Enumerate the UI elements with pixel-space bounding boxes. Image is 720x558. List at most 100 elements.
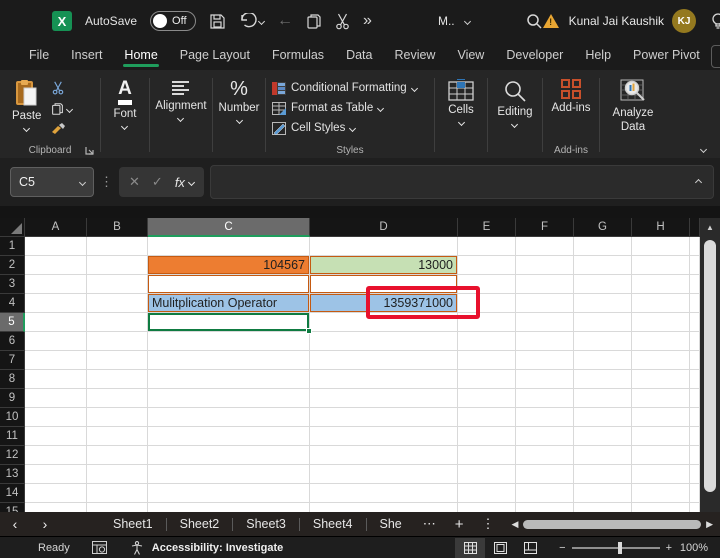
font-dropdown-icon[interactable] [121,122,129,131]
insert-function-button[interactable]: fx [175,175,195,190]
cell-G2[interactable] [574,256,632,275]
cell-A12[interactable] [25,446,87,465]
cell-B3[interactable] [87,275,148,294]
avatar[interactable]: KJ [672,9,697,33]
cancel-icon[interactable]: ✕ [129,174,140,190]
cell-E15[interactable] [458,503,516,512]
scroll-left-icon[interactable]: ◀ [509,519,522,530]
cut-button[interactable] [335,13,350,30]
cell-B4[interactable] [87,294,148,313]
cell-D14[interactable] [310,484,458,503]
cell-F4[interactable] [516,294,574,313]
cell-F8[interactable] [516,370,574,389]
cell-B12[interactable] [87,446,148,465]
row-header-3[interactable]: 3 [0,275,25,294]
editing-button[interactable]: Editing [497,72,533,129]
cell-G9[interactable] [574,389,632,408]
cell-A8[interactable] [25,370,87,389]
cell-F12[interactable] [516,446,574,465]
cell-A15[interactable] [25,503,87,512]
accessibility-icon[interactable] [129,540,144,555]
more-sheets-icon[interactable]: ⋯ [415,516,445,532]
paste-dropdown-icon[interactable] [23,124,31,133]
lightbulb-icon[interactable] [710,12,720,30]
cell-H1[interactable] [632,237,690,256]
cell-F2[interactable] [516,256,574,275]
row-header-13[interactable]: 13 [0,465,25,484]
alert-icon[interactable]: ! [542,14,559,28]
format-as-table-button[interactable]: Format as Table [272,98,385,118]
row-header-8[interactable]: 8 [0,370,25,389]
cell-F10[interactable] [516,408,574,427]
cell-H2[interactable] [632,256,690,275]
cell-B1[interactable] [87,237,148,256]
cell-B7[interactable] [87,351,148,370]
cell-G13[interactable] [574,465,632,484]
document-menu[interactable]: M.. [438,14,455,28]
tab-home[interactable]: Home [113,43,168,69]
vertical-scroll-thumb[interactable] [704,240,716,492]
cell-G14[interactable] [574,484,632,503]
row-header-9[interactable]: 9 [0,389,25,408]
cell-E11[interactable] [458,427,516,446]
cell-C15[interactable] [148,503,310,512]
cell-E5[interactable] [458,313,516,332]
cell-B2[interactable] [87,256,148,275]
scroll-right-icon[interactable]: ▶ [703,519,716,530]
addins-button[interactable]: Add-ins [552,72,591,114]
cell-G15[interactable] [574,503,632,512]
cell-E2[interactable] [458,256,516,275]
row-header-2[interactable]: 2 [0,256,25,275]
sheet-menu-icon[interactable]: ⋮ [474,516,503,532]
row-header-12[interactable]: 12 [0,446,25,465]
cell-G1[interactable] [574,237,632,256]
column-header-C[interactable]: C [148,218,310,237]
cell-B6[interactable] [87,332,148,351]
row-header-7[interactable]: 7 [0,351,25,370]
cell-H6[interactable] [632,332,690,351]
cell-E13[interactable] [458,465,516,484]
cell-H15[interactable] [632,503,690,512]
cell-F13[interactable] [516,465,574,484]
cell-D15[interactable] [310,503,458,512]
cell-A5[interactable] [25,313,87,332]
tab-data[interactable]: Data [335,43,383,69]
page-break-view-button[interactable] [515,538,545,558]
cell-H11[interactable] [632,427,690,446]
row-header-6[interactable]: 6 [0,332,25,351]
cell-styles-button[interactable]: Cell Styles [272,118,357,138]
sheet-next-icon[interactable]: › [30,516,60,532]
copy-button[interactable] [306,13,322,30]
conditional-formatting-button[interactable]: Conditional Formatting [272,78,418,98]
cell-A14[interactable] [25,484,87,503]
cell-G6[interactable] [574,332,632,351]
cell-D9[interactable] [310,389,458,408]
cell-F3[interactable] [516,275,574,294]
cell-D11[interactable] [310,427,458,446]
cell-F6[interactable] [516,332,574,351]
cell-F11[interactable] [516,427,574,446]
scroll-up-icon[interactable]: ▲ [700,218,720,236]
cell-D7[interactable] [310,351,458,370]
tab-page-layout[interactable]: Page Layout [169,43,261,69]
row-header-14[interactable]: 14 [0,484,25,503]
zoom-track[interactable] [571,541,660,554]
cell-E4[interactable] [458,294,516,313]
cell-E14[interactable] [458,484,516,503]
column-header-H[interactable]: H [632,218,690,237]
cells-button[interactable]: Cells [448,72,474,127]
cell-D8[interactable] [310,370,458,389]
cell-G5[interactable] [574,313,632,332]
cell-E8[interactable] [458,370,516,389]
ribbon-collapse-chevron-icon[interactable] [699,145,708,154]
cell-H5[interactable] [632,313,690,332]
row-header-4[interactable]: 4 [0,294,25,313]
cell-D13[interactable] [310,465,458,484]
cell-H13[interactable] [632,465,690,484]
sheet-tab-she[interactable]: She [367,514,415,534]
name-box-chevron-icon[interactable] [78,178,87,186]
row-header-1[interactable]: 1 [0,237,25,256]
analyze-data-button[interactable]: Analyze Data [600,72,666,135]
sheet-tab-sheet1[interactable]: Sheet1 [100,514,166,534]
accessibility-status[interactable]: Accessibility: Investigate [152,542,283,554]
